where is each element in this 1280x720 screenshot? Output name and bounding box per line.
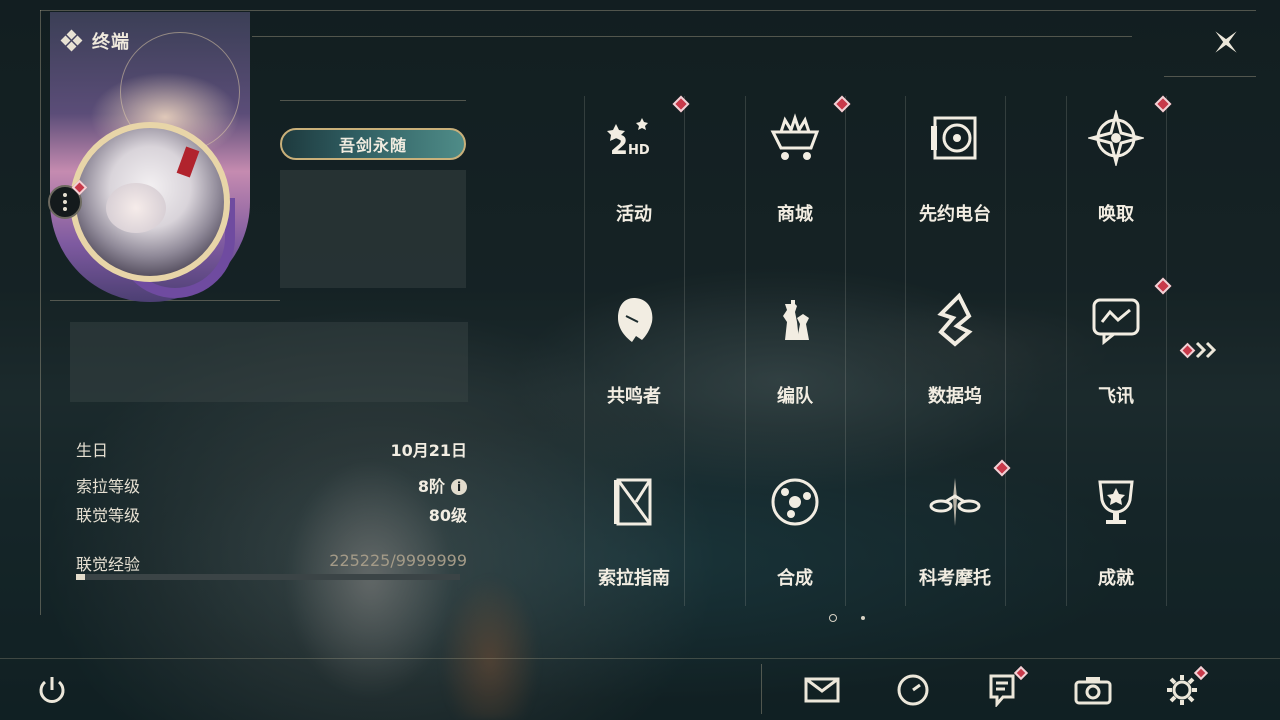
menu-item-label: 科考摩托 <box>919 568 991 589</box>
power-button[interactable] <box>32 670 72 710</box>
menu-item-guidebook[interactable]: 索拉指南 <box>584 462 684 596</box>
menu-item-messages[interactable]: 飞讯 <box>1066 277 1172 414</box>
resonator-head-icon <box>606 292 662 348</box>
synthesis-icon <box>767 474 823 530</box>
trophy-icon <box>1088 474 1144 530</box>
camera-icon <box>1074 677 1112 705</box>
stat-sola-level-value: 8阶 <box>417 477 445 496</box>
convene-compass-icon <box>1088 110 1144 166</box>
info-icon[interactable]: i <box>451 479 467 495</box>
frame-right-line <box>1164 76 1256 77</box>
motorcycle-icon <box>927 474 983 530</box>
menu-item-label: 共鸣者 <box>607 386 661 407</box>
menu-item-team[interactable]: 编队 <box>745 280 845 414</box>
menu-item-convene[interactable]: 唤取 <box>1066 95 1172 232</box>
menu-item-events[interactable]: 2 HD 活动 <box>584 95 690 232</box>
nickname-text: 吾剑永随 <box>338 136 407 155</box>
menu-item-label: 数据坞 <box>928 386 982 407</box>
terminal-logo-icon <box>60 29 83 52</box>
frame-top-line <box>40 10 1256 11</box>
clock-button[interactable] <box>893 670 933 710</box>
menu-item-label: 活动 <box>616 204 652 225</box>
frame-inner-top <box>252 36 1132 37</box>
notice-button[interactable] <box>982 665 1029 710</box>
menu-item-label: 编队 <box>777 386 813 407</box>
exp-progress-bar <box>76 574 460 580</box>
page-title: 终端 <box>60 28 130 54</box>
menu-item-motorcycle[interactable]: 科考摩托 <box>905 459 1011 596</box>
grid-line <box>1166 96 1167 606</box>
menu-item-label: 先约电台 <box>919 204 991 225</box>
team-chess-icon <box>767 292 823 348</box>
databank-icon <box>927 292 983 348</box>
avatar-face <box>106 183 166 233</box>
svg-text:HD: HD <box>628 143 650 158</box>
page-indicator-active[interactable] <box>829 614 837 622</box>
signature-area <box>280 170 466 288</box>
page-indicator[interactable] <box>861 616 865 620</box>
stat-sola-level: 8阶 i <box>418 473 467 497</box>
profile-blurred-panel <box>70 322 468 402</box>
stat-union-level-label: 联觉等级 <box>76 506 141 525</box>
menu-item-label: 唤取 <box>1098 204 1134 225</box>
events-2hd-icon: 2 HD <box>606 110 662 166</box>
settings-gear-icon <box>1167 675 1197 705</box>
name-top-line <box>280 100 466 101</box>
page-title-text: 终端 <box>92 32 130 53</box>
mail-icon <box>804 677 840 703</box>
clock-icon <box>897 674 929 706</box>
guidebook-icon <box>606 474 662 530</box>
menu-item-shop[interactable]: 商城 <box>745 95 851 232</box>
menu-item-databank[interactable]: 数据坞 <box>905 280 1005 414</box>
shop-cart-icon <box>767 110 823 166</box>
grid-line <box>684 96 685 606</box>
exp-value: 225225/9999999 <box>329 551 467 570</box>
grid-line <box>845 96 846 606</box>
next-page-button[interactable] <box>1179 340 1219 360</box>
menu-item-achievements[interactable]: 成就 <box>1066 462 1166 596</box>
stat-birthday-label: 生日 <box>76 441 109 460</box>
avatar[interactable] <box>70 122 230 282</box>
nickname-plate[interactable]: 吾剑永随 <box>280 128 466 160</box>
mail-button[interactable] <box>802 670 842 710</box>
notice-icon <box>989 674 1015 707</box>
more-dot <box>63 207 67 211</box>
stat-sola-level-label: 索拉等级 <box>76 477 141 496</box>
exp-progress-fill <box>76 574 85 580</box>
more-dot <box>63 193 67 197</box>
settings-button[interactable] <box>1162 665 1209 710</box>
chat-message-icon <box>1088 292 1144 348</box>
camera-button[interactable] <box>1073 670 1113 710</box>
menu-item-label: 成就 <box>1098 568 1134 589</box>
bottom-divider <box>761 664 762 714</box>
double-chevron-right-icon <box>1195 341 1217 359</box>
grid-line <box>1005 96 1006 606</box>
radio-icon <box>927 110 983 166</box>
close-button[interactable] <box>1206 22 1246 62</box>
exp-label: 联觉经验 <box>76 555 141 574</box>
menu-item-label: 索拉指南 <box>598 568 670 589</box>
menu-item-label: 飞讯 <box>1098 386 1134 407</box>
menu-item-radio[interactable]: 先约电台 <box>905 98 1005 232</box>
close-icon <box>1215 31 1237 53</box>
menu-item-synthesis[interactable]: 合成 <box>745 462 845 596</box>
stat-union-level-value: 80级 <box>428 506 467 525</box>
power-icon <box>39 677 65 703</box>
frame-left-line <box>40 10 41 615</box>
stat-birthday-value: 10月21日 <box>390 441 467 460</box>
menu-item-resonators[interactable]: 共鸣者 <box>584 280 684 414</box>
more-dot <box>63 200 67 204</box>
notification-badge <box>1179 342 1196 358</box>
menu-item-label: 商城 <box>777 204 813 225</box>
menu-item-label: 合成 <box>777 568 813 589</box>
avatar-ribbon <box>176 146 200 178</box>
